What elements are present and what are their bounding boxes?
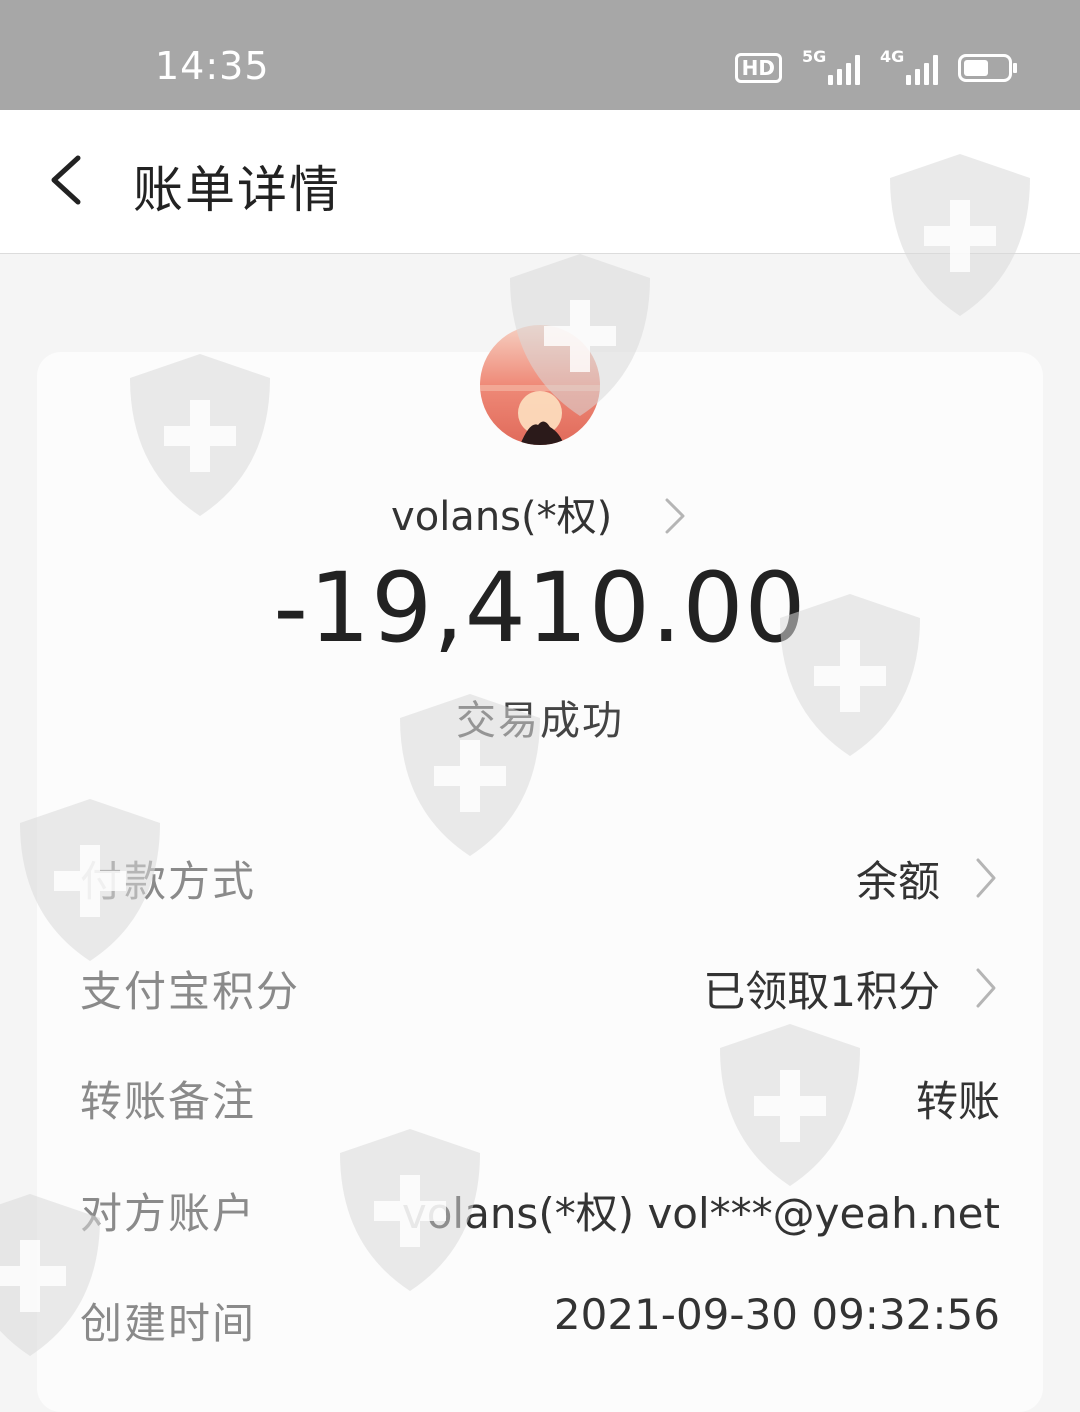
detail-row-alipay-points[interactable]: 支付宝积分 已领取1积分 <box>80 958 1000 1018</box>
chevron-right-icon <box>976 858 996 898</box>
transaction-status: 交易成功 <box>456 698 624 744</box>
signal-5g-icon: 5G <box>802 47 860 85</box>
detail-value: 余额 <box>855 857 940 906</box>
status-time: 14:35 <box>155 44 270 88</box>
signal-4g-label: 4G <box>880 47 905 66</box>
detail-value: 已领取1积分 <box>703 967 940 1016</box>
detail-row-transfer-note: 转账备注 转账 <box>80 1068 1000 1128</box>
detail-label: 转账备注 <box>80 1077 257 1126</box>
hd-voice-icon: HD <box>734 53 782 83</box>
detail-value: volans(*权) vol***@yeah.net <box>401 1189 1000 1238</box>
detail-label: 对方账户 <box>80 1189 257 1238</box>
back-chevron-icon[interactable] <box>40 150 100 210</box>
detail-row-counterparty-account: 对方账户 volans(*权) vol***@yeah.net <box>80 1180 1000 1240</box>
detail-row-created-time: 创建时间 2021-09-30 09:32:56 <box>80 1290 1000 1350</box>
status-bar: 14:35 HD 5G 4G <box>0 0 1080 110</box>
avatar-image <box>480 325 600 445</box>
signal-5g-label: 5G <box>802 47 827 66</box>
payee-name: volans(*权) <box>391 494 613 540</box>
detail-label: 付款方式 <box>80 857 257 906</box>
page-title: 账单详情 <box>133 161 341 219</box>
signal-4g-icon: 4G <box>880 47 938 85</box>
detail-value: 转账 <box>915 1077 1000 1126</box>
detail-row-payment-method[interactable]: 付款方式 余额 <box>80 848 1000 908</box>
transaction-amount: -19,410.00 <box>273 552 807 664</box>
detail-value: 2021-09-30 09:32:56 <box>553 1290 1000 1339</box>
header-bar: 账单详情 <box>0 110 1080 254</box>
payee-row[interactable]: volans(*权) <box>0 484 1080 544</box>
chevron-right-icon <box>976 968 996 1008</box>
battery-icon <box>958 54 1017 82</box>
detail-label: 支付宝积分 <box>80 967 301 1016</box>
chevron-right-icon <box>665 498 685 534</box>
payee-avatar[interactable] <box>480 325 600 445</box>
detail-label: 创建时间 <box>80 1299 257 1348</box>
status-icons: HD 5G 4G <box>734 47 1017 88</box>
